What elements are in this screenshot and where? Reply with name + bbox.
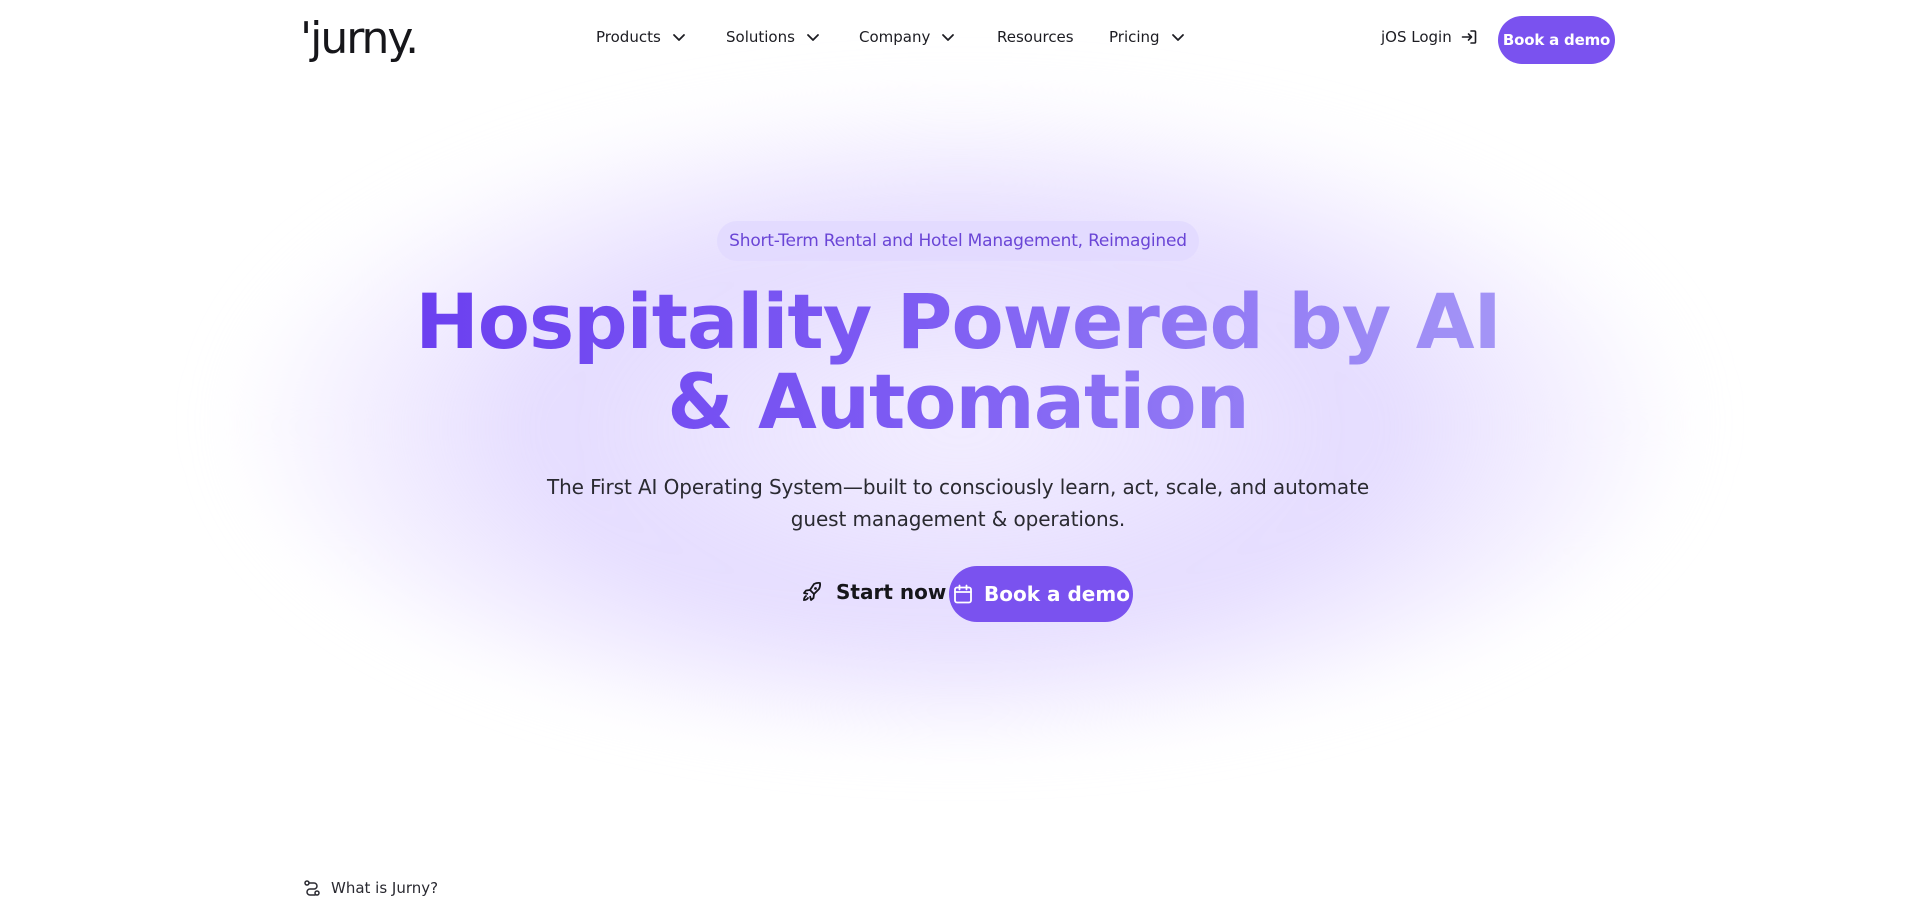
chevron-down-icon: [807, 34, 819, 41]
hero-headline-line-2: & Automation: [667, 357, 1249, 446]
hero-headline: Hospitality Powered by AI & Automation: [400, 282, 1516, 442]
nav-item-products[interactable]: Products: [596, 28, 687, 46]
hero-section: Short-Term Rental and Hotel Management, …: [0, 0, 1916, 909]
jos-login-link[interactable]: jOS Login: [1381, 28, 1478, 46]
hero-badge: Short-Term Rental and Hotel Management, …: [717, 221, 1199, 261]
nav-item-pricing[interactable]: Pricing: [1109, 28, 1186, 46]
nav-item-resources[interactable]: Resources: [997, 28, 1074, 46]
rocket-icon: [803, 582, 821, 601]
start-now-button[interactable]: Start now: [800, 580, 946, 604]
nav-item-label: Products: [596, 28, 661, 46]
site-header: 'jurny. Products Solutions Company Resou…: [0, 0, 1916, 80]
chevron-down-icon: [942, 34, 955, 41]
calendar-icon: [954, 584, 972, 604]
chevron-down-icon: [672, 34, 685, 41]
book-demo-header-button[interactable]: Book a demo: [1498, 16, 1615, 64]
login-arrow-icon: [1461, 30, 1477, 44]
hero-badge-text: Short-Term Rental and Hotel Management, …: [729, 231, 1187, 251]
what-is-jurny-link[interactable]: What is Jurny?: [303, 879, 438, 897]
book-demo-label: Book a demo: [1502, 31, 1611, 49]
nav-item-label: Solutions: [726, 28, 795, 46]
book-demo-hero-label: Book a demo: [984, 582, 1130, 606]
main-nav: Products Solutions Company Resources Pri…: [0, 0, 1916, 80]
login-label: jOS Login: [1381, 28, 1452, 46]
nav-item-label: Pricing: [1109, 28, 1160, 46]
hero-headline-line-1: Hospitality Powered by AI: [415, 277, 1501, 366]
chevron-down-icon: [1171, 34, 1184, 41]
nav-item-company[interactable]: Company: [859, 28, 956, 46]
book-demo-hero-button[interactable]: Book a demo: [949, 566, 1133, 622]
nav-item-solutions[interactable]: Solutions: [726, 28, 821, 46]
nav-item-label: Company: [859, 28, 931, 46]
nav-item-label: Resources: [997, 28, 1074, 46]
start-now-label: Start now: [836, 580, 947, 604]
hero-subtitle: The First AI Operating System—built to c…: [546, 475, 1370, 531]
what-is-jurny-label: What is Jurny?: [331, 879, 439, 897]
route-icon: [304, 880, 320, 896]
